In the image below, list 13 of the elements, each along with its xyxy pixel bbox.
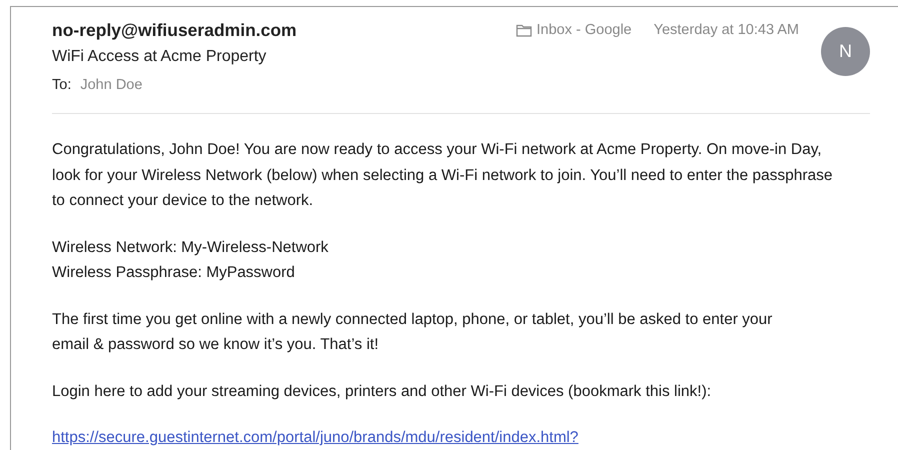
folder-icon — [516, 24, 532, 36]
email-subject: WiFi Access at Acme Property — [52, 47, 268, 67]
portal-link[interactable]: https://secure.guestinternet.com/portal/juno/brands/mdu/resident/index.html? — [52, 425, 578, 450]
body-paragraph: Wireless Network: My-Wireless-Network Wireless Passphrase: MyPassword — [52, 238, 328, 283]
received-time: Yesterday at 10:43 AM — [654, 22, 799, 38]
body-paragraph: Congratulations, John Doe! You are now ready to access your Wi-Fi network at Acme Property. On move-in Day, look for your Wireless Network (below) when selecting a Wi-Fi network to join. You’ll need to enter the passphrase to connect your device to the network. — [52, 140, 833, 211]
sender-address: no-reply@wifiuseradmin.com — [52, 19, 298, 41]
body-paragraph: Login here to add your streaming devices, printers and other Wi-Fi devices (bookmark this link!): — [52, 382, 712, 402]
recipient-name: John Doe — [80, 76, 142, 94]
mailbox-label: Inbox - Google — [536, 22, 632, 38]
to-label: To: — [52, 76, 72, 94]
body-paragraph: The first time you get online with a newly connected laptop, phone, or tablet, you’ll be asked to enter your email & password so we know it’s you. That’s it! — [52, 310, 772, 355]
sender-avatar: N — [821, 27, 870, 76]
